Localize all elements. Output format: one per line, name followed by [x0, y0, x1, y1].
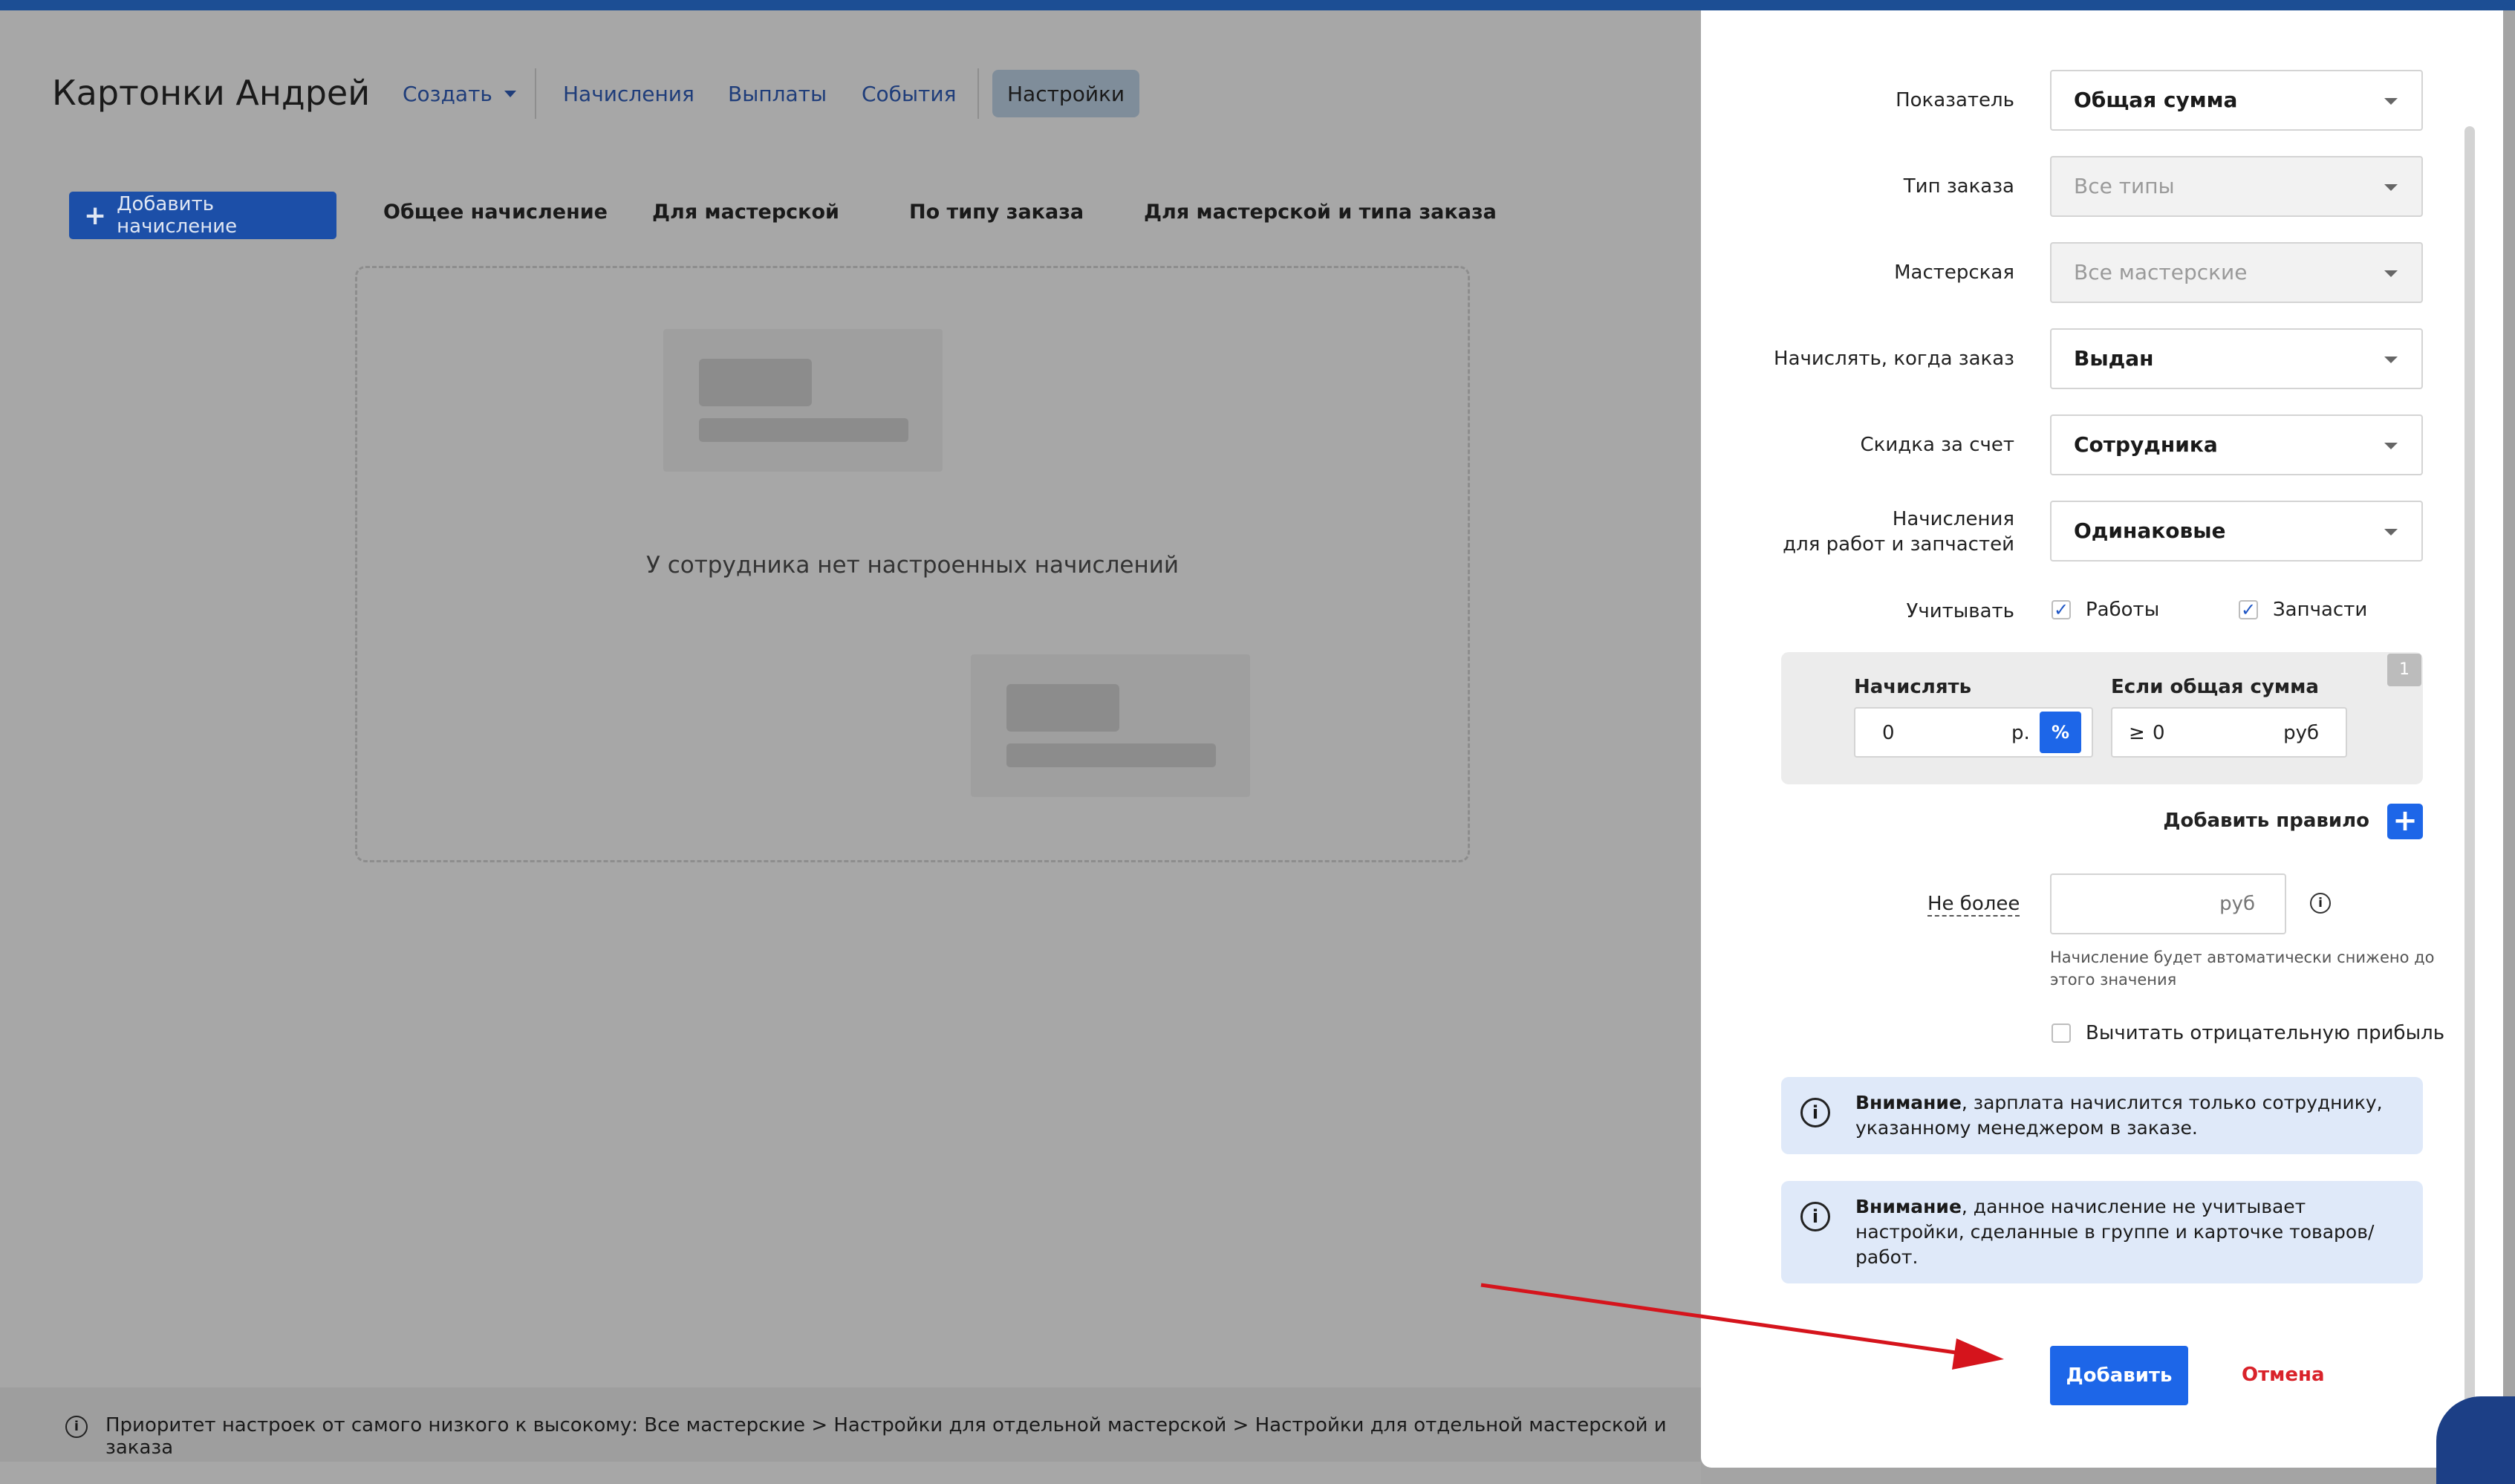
info-icon: i: [1800, 1098, 1830, 1127]
add-rule-label[interactable]: Добавить правило: [2163, 810, 2369, 832]
negative-profit-checkbox[interactable]: [2052, 1023, 2071, 1043]
add-accrual-button[interactable]: + Добавить начисление: [69, 192, 336, 239]
chevron-down-icon: [504, 90, 516, 97]
note-text: , данное начисление не учитывает: [1961, 1196, 2306, 1217]
page-title: Картонки Андрей: [52, 73, 371, 113]
order-type-select[interactable]: Все типы: [2050, 156, 2423, 217]
condition-label: Если общая сумма: [2111, 676, 2319, 698]
works-checkbox[interactable]: ✓: [2052, 600, 2071, 619]
works-checkbox-label: Работы: [2086, 599, 2160, 621]
top-window-strip: [0, 0, 2515, 10]
tab-order-type[interactable]: По типу заказа: [909, 201, 1084, 224]
empty-state: У сотрудника нет настроенных начислений: [355, 266, 1470, 862]
accrue-amount-label: Начислять: [1854, 676, 1972, 698]
note-text: настройки, сделанные в группе и карточке…: [1855, 1221, 2375, 1243]
discount-select[interactable]: Сотрудника: [2050, 414, 2423, 475]
works-parts-label-line2: для работ и запчастей: [1783, 533, 2014, 556]
nav-accruals[interactable]: Начисления: [563, 70, 694, 117]
order-type-label: Тип заказа: [1903, 175, 2014, 198]
condition-input[interactable]: ≥ 0 руб: [2111, 707, 2347, 758]
accrue-when-select[interactable]: Выдан: [2050, 328, 2423, 389]
note-bold: Внимание: [1855, 1092, 1962, 1113]
nav-settings[interactable]: Настройки: [992, 70, 1140, 117]
note-text: работ.: [1855, 1246, 1919, 1268]
condition-value: 0: [2153, 722, 2165, 744]
consider-label: Учитывать: [1906, 600, 2014, 622]
works-parts-select[interactable]: Одинаковые: [2050, 501, 2423, 562]
nav-payouts[interactable]: Выплаты: [728, 70, 827, 117]
tab-workshop-and-order-type[interactable]: Для мастерской и типа заказа: [1144, 201, 1497, 224]
workshop-value: Все мастерские: [2074, 260, 2248, 284]
add-rule-button[interactable]: +: [2387, 804, 2423, 839]
add-accrual-label: Добавить начисление: [117, 193, 238, 238]
indicator-label: Показатель: [1896, 89, 2014, 111]
negative-profit-label: Вычитать отрицательную прибыль: [2086, 1022, 2445, 1044]
max-hint-line1: Начисление будет автоматически снижено д…: [2050, 948, 2435, 966]
accrue-unit[interactable]: р.: [2011, 722, 2030, 744]
note-bold: Внимание: [1855, 1196, 1962, 1217]
condition-sign: ≥: [2129, 722, 2145, 744]
nav-events[interactable]: События: [862, 70, 956, 117]
tab-workshop[interactable]: Для мастерской: [652, 201, 839, 224]
tab-general-accrual[interactable]: Общее начисление: [383, 201, 608, 224]
max-hint: Начисление будет автоматически снижено д…: [2050, 946, 2434, 991]
plus-icon: +: [84, 200, 107, 231]
max-label[interactable]: Не более: [1927, 893, 2020, 917]
submit-add-button[interactable]: Добавить: [2050, 1346, 2188, 1405]
chevron-down-icon: [2384, 443, 2398, 449]
priority-footer: i Приоритет настроек от самого низкого к…: [0, 1387, 1701, 1462]
priority-text: Приоритет настроек от самого низкого к в…: [105, 1414, 1667, 1459]
works-parts-value: Одинаковые: [2074, 518, 2226, 543]
rule-index-badge: 1: [2387, 654, 2421, 686]
nav-divider: [977, 68, 979, 119]
discount-value: Сотрудника: [2074, 432, 2218, 457]
indicator-select[interactable]: Общая сумма: [2050, 70, 2423, 131]
chevron-down-icon: [2384, 98, 2398, 105]
condition-unit: руб: [2283, 722, 2319, 744]
info-icon[interactable]: i: [2310, 893, 2331, 914]
max-amount-input[interactable]: руб: [2050, 873, 2286, 934]
nav-divider: [535, 68, 536, 119]
chevron-down-icon: [2384, 184, 2398, 191]
nav-create[interactable]: Создать: [403, 70, 516, 117]
warning-note: i Внимание, зарплата начислится только с…: [1781, 1077, 2423, 1154]
workshop-label: Мастерская: [1894, 261, 2014, 284]
order-type-value: Все типы: [2074, 174, 2175, 198]
chevron-down-icon: [2384, 357, 2398, 363]
discount-label: Скидка за счет: [1860, 434, 2014, 456]
note-text: , зарплата начислится только сотруднику,: [1961, 1092, 2383, 1113]
workshop-select[interactable]: Все мастерские: [2050, 242, 2423, 303]
info-icon: i: [1800, 1202, 1830, 1231]
info-icon: i: [65, 1416, 88, 1438]
percent-toggle-button[interactable]: %: [2040, 712, 2081, 753]
max-unit: руб: [2219, 893, 2255, 915]
indicator-value: Общая сумма: [2074, 88, 2238, 112]
chevron-down-icon: [2384, 270, 2398, 277]
nav-create-label: Создать: [403, 81, 492, 106]
accrue-amount-value: 0: [1882, 722, 1895, 744]
accrue-when-value: Выдан: [2074, 346, 2154, 371]
parts-checkbox-label: Запчасти: [2273, 599, 2368, 621]
works-parts-label-line1: Начисления: [1892, 508, 2014, 530]
max-hint-line2: этого значения: [2050, 971, 2177, 989]
parts-checkbox[interactable]: ✓: [2239, 600, 2258, 619]
warning-note: i Внимание, данное начисление не учитыва…: [1781, 1181, 2423, 1283]
placeholder-card-illustration: [971, 654, 1250, 797]
placeholder-card-illustration: [663, 329, 943, 472]
note-text: указанному менеджером в заказе.: [1855, 1117, 2198, 1139]
panel-scrollbar[interactable]: [2464, 126, 2475, 1404]
empty-state-text: У сотрудника нет настроенных начислений: [645, 552, 1180, 579]
accrue-when-label: Начислять, когда заказ: [1774, 348, 2014, 370]
cancel-button[interactable]: Отмена: [2242, 1364, 2325, 1386]
chevron-down-icon: [2384, 529, 2398, 536]
app-corner-badge: [2436, 1396, 2515, 1484]
